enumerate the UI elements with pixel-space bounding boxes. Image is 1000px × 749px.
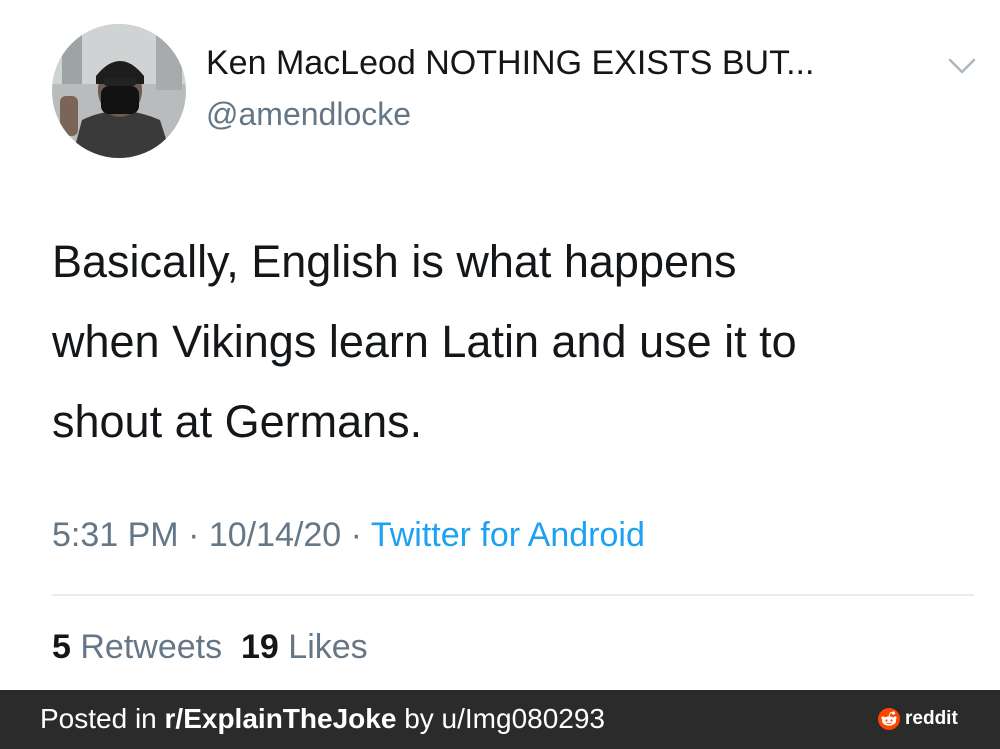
- username-link[interactable]: u/Img080293: [442, 703, 605, 734]
- likes-count: 19: [241, 628, 279, 666]
- retweets-count: 5: [52, 628, 71, 666]
- user-handle[interactable]: @amendlocke: [206, 96, 411, 133]
- divider: [52, 594, 974, 596]
- retweets-stat[interactable]: 5 Retweets: [52, 628, 222, 666]
- tweet-text-line: shout at Germans.: [52, 396, 423, 447]
- likes-label: Likes: [288, 628, 368, 666]
- tweet-card: Ken MacLeod NOTHING EXISTS BUT... @amend…: [0, 0, 1000, 690]
- reddit-wordmark: reddit: [905, 708, 958, 729]
- reddit-footer-bar: Posted in r/ExplainTheJoke by u/Img08029…: [0, 690, 1000, 749]
- chevron-down-icon[interactable]: [946, 56, 978, 76]
- tweet-source-link[interactable]: Twitter for Android: [371, 516, 645, 554]
- posted-in-caption: Posted in r/ExplainTheJoke by u/Img08029…: [40, 703, 605, 735]
- tweet-date[interactable]: 10/14/20: [209, 516, 341, 554]
- tweet-time[interactable]: 5:31 PM: [52, 516, 179, 554]
- tweet-stats: 5 Retweets 19 Likes: [52, 628, 368, 667]
- avatar[interactable]: [52, 24, 186, 158]
- retweets-label: Retweets: [80, 628, 223, 666]
- meta-separator: ·: [350, 516, 362, 554]
- tweet-text-line: Basically, English is what happens: [52, 236, 737, 287]
- subreddit-link[interactable]: r/ExplainTheJoke: [165, 703, 397, 734]
- meta-separator: ·: [188, 516, 200, 554]
- reddit-logo[interactable]: reddit: [878, 706, 958, 732]
- tweet-meta: 5:31 PM · 10/14/20 · Twitter for Android: [52, 516, 645, 555]
- reddit-logo-icon: [878, 708, 900, 730]
- posted-in-label: Posted in: [40, 703, 157, 734]
- tweet-text-line: when Vikings learn Latin and use it to: [52, 316, 797, 367]
- tweet-text: Basically, English is what happens when …: [52, 222, 972, 462]
- likes-stat[interactable]: 19 Likes: [241, 628, 368, 666]
- by-label: by: [404, 703, 434, 734]
- display-name[interactable]: Ken MacLeod NOTHING EXISTS BUT...: [206, 44, 814, 83]
